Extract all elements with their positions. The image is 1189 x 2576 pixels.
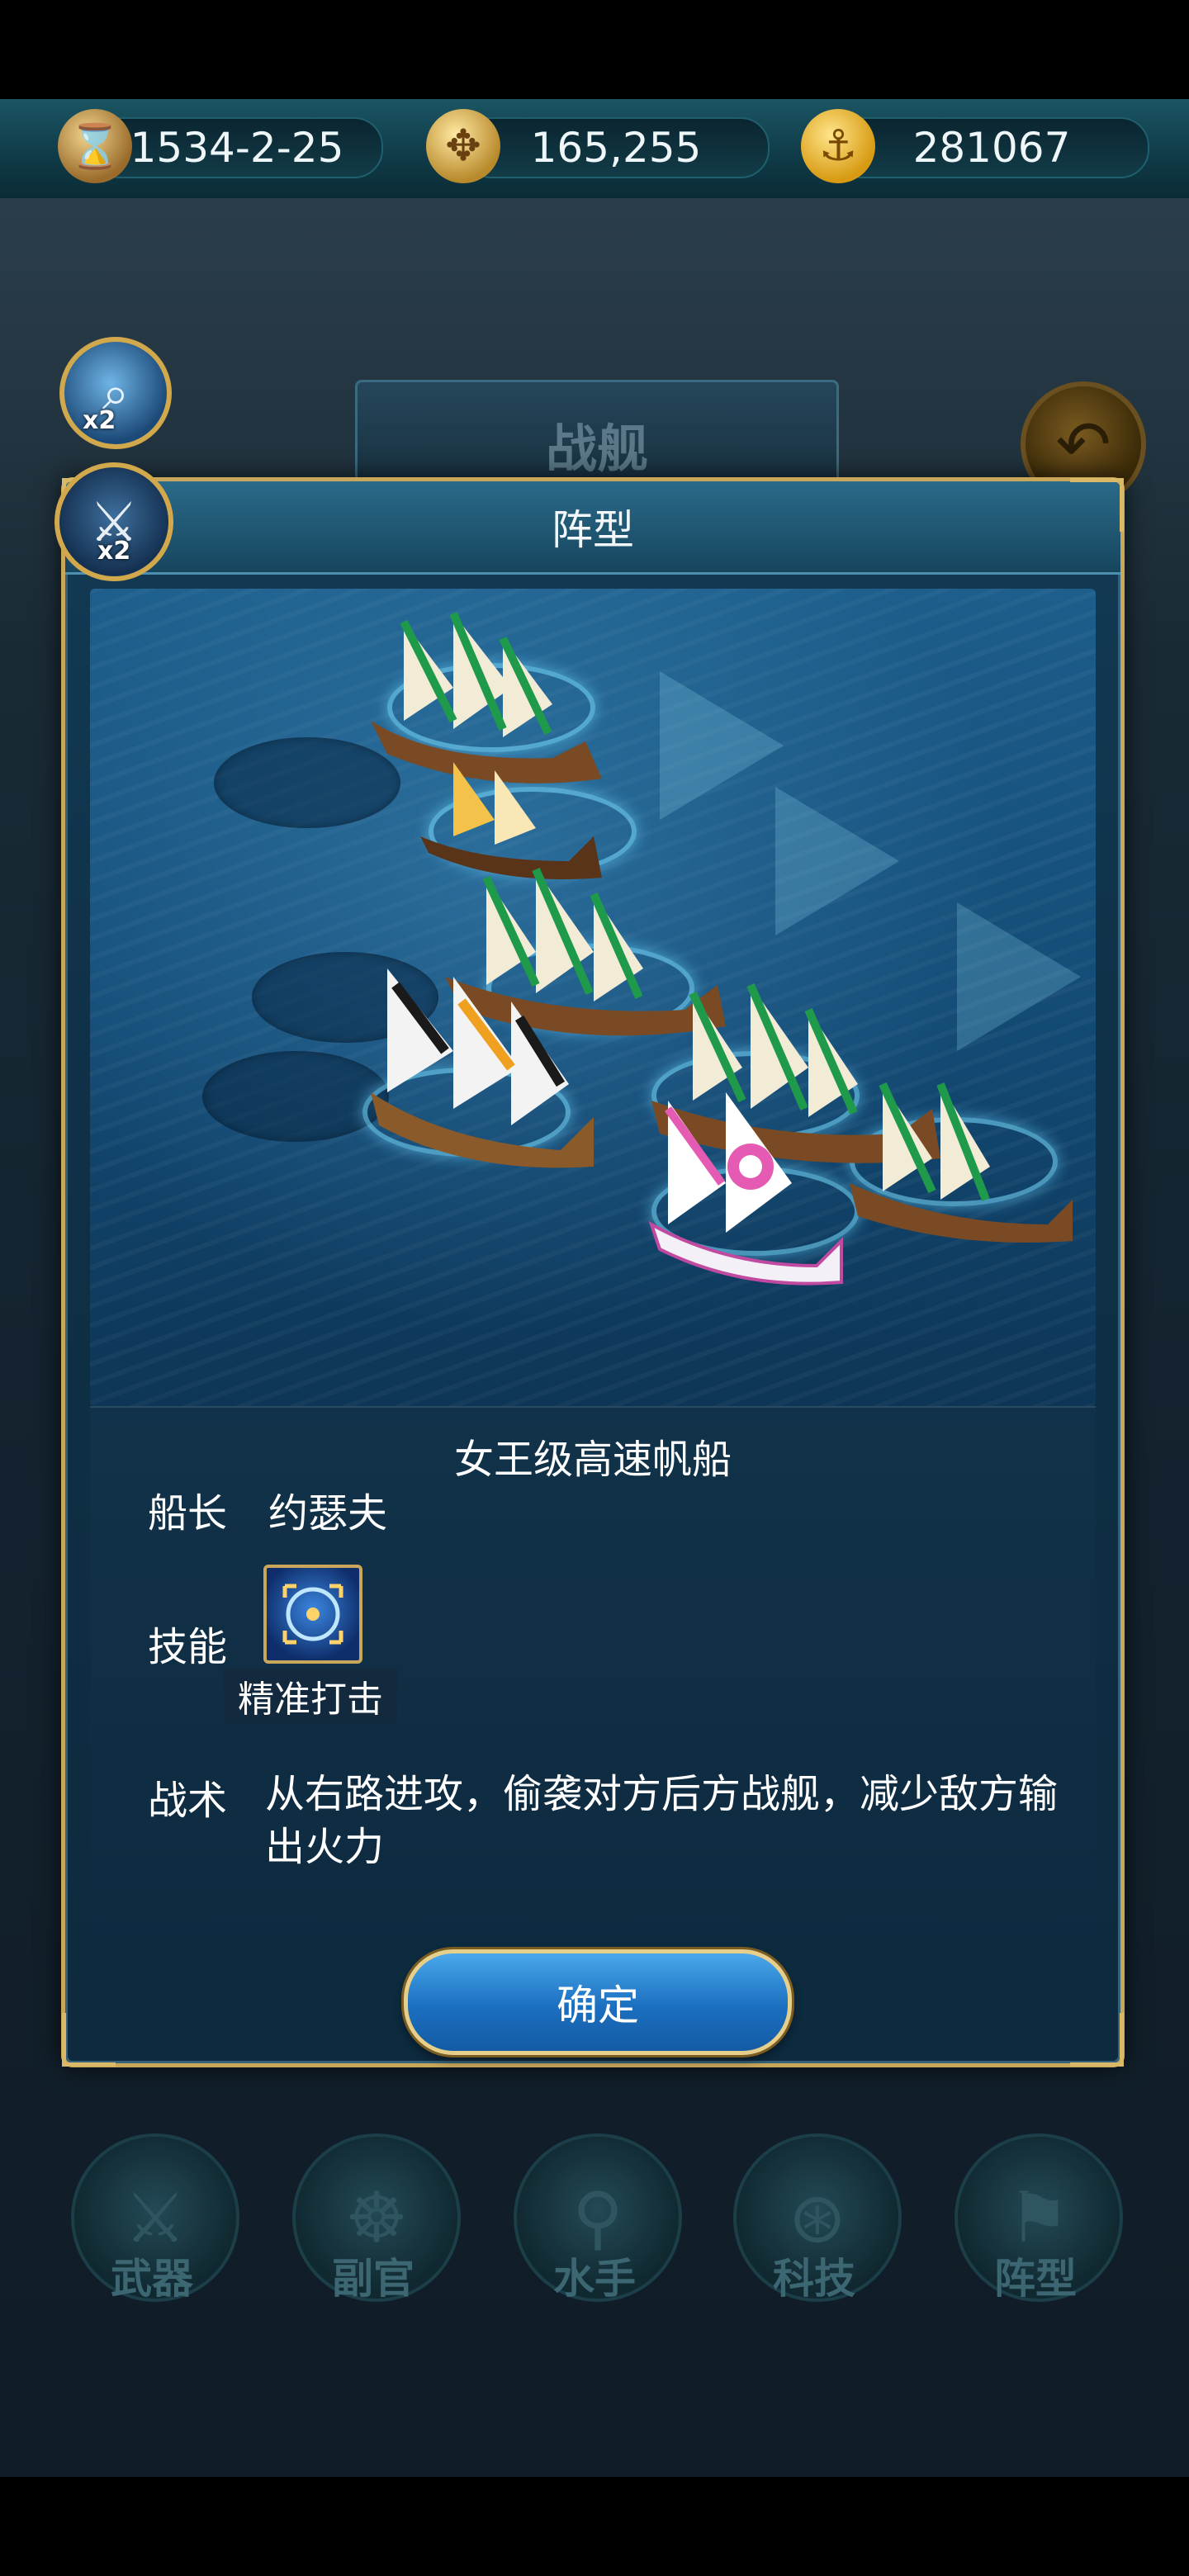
captain-label: 船长 bbox=[148, 1490, 228, 1537]
silver-value: 165,255 bbox=[530, 124, 702, 172]
nav-weapon-label: 武器 bbox=[111, 2255, 193, 2303]
tactic-text: 从右路进攻，偷袭对方后方战舰，减少敌方输出火力 bbox=[265, 1771, 1059, 1870]
swords-badge: x2 bbox=[97, 537, 131, 566]
confirm-label: 确定 bbox=[557, 1982, 639, 2029]
tactic-label: 战术 bbox=[148, 1778, 228, 1824]
captain-value: 约瑟夫 bbox=[268, 1490, 388, 1537]
galleon-green-2 bbox=[445, 868, 726, 1036]
queen-class-flagship bbox=[648, 1092, 843, 1286]
crossed-swords-icon[interactable]: ⚔ x2 bbox=[54, 462, 173, 581]
hourglass-icon: ⌛ bbox=[58, 109, 132, 183]
date-value: 1534-2-25 bbox=[130, 124, 344, 172]
compass-coin-icon: ✥ bbox=[426, 109, 500, 183]
dialog-title: 阵型 bbox=[552, 506, 634, 554]
skill-label: 技能 bbox=[148, 1624, 228, 1670]
silver-display: 165,255 bbox=[462, 117, 770, 178]
magnifier-icon[interactable]: ⌕ x2 bbox=[59, 337, 172, 449]
confirm-button[interactable]: 确定 bbox=[404, 1949, 792, 2055]
gold-display[interactable]: 281067 bbox=[834, 117, 1149, 178]
date-display: 1534-2-25 bbox=[91, 117, 383, 178]
nav-sailor-label: 水手 bbox=[553, 2255, 636, 2303]
frame-corner bbox=[1070, 2013, 1124, 2067]
resource-bar: 1534-2-25 ⌛ 165,255 ✥ 281067 ⚓ bbox=[0, 99, 1189, 201]
formation-dialog: 阵型 女王级高速帆船 船长 约瑟夫 技能 精准打击 战术 从右路进攻，偷袭对方后… bbox=[61, 477, 1125, 2067]
navigation-bar bbox=[0, 2477, 1189, 2576]
anchor-coin-icon: ⚓ bbox=[801, 109, 875, 183]
nav-officer-label: 副官 bbox=[332, 2255, 414, 2303]
galleon-green-1 bbox=[371, 612, 602, 784]
status-bar bbox=[0, 0, 1189, 99]
magnifier-badge: x2 bbox=[83, 406, 116, 435]
dialog-header: 阵型 bbox=[65, 481, 1120, 575]
formation-preview bbox=[90, 589, 1096, 1406]
crosshair-icon[interactable] bbox=[263, 1565, 362, 1664]
ships-illustration bbox=[371, 612, 1073, 1286]
gold-value: 281067 bbox=[912, 124, 1071, 172]
ship-name: 女王级高速帆船 bbox=[453, 1437, 732, 1483]
galleon-green-4 bbox=[850, 1082, 1073, 1243]
frame-corner bbox=[1070, 478, 1124, 532]
skill-name: 精准打击 bbox=[224, 1669, 397, 1723]
nav-formation-label: 阵型 bbox=[994, 2255, 1077, 2303]
nav-tech-label: 科技 bbox=[773, 2255, 855, 2303]
frame-corner bbox=[62, 2013, 116, 2067]
